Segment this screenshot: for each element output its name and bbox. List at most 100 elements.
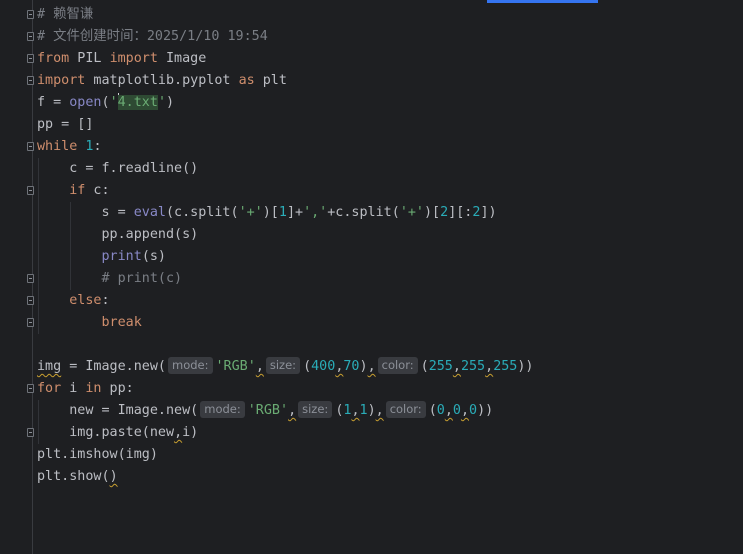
code-token: plt xyxy=(254,73,287,88)
code-token: img xyxy=(37,359,62,374)
parameter-hint: color: xyxy=(385,401,426,418)
code-line[interactable]: while 1: xyxy=(37,136,534,158)
code-line[interactable]: from PIL import Image xyxy=(37,48,534,70)
code-line[interactable]: img.paste(new,i) xyxy=(37,422,534,444)
fold-marker-icon[interactable] xyxy=(27,428,34,437)
code-token: (s) xyxy=(141,249,166,264)
parameter-hint: size: xyxy=(265,357,301,374)
code-line[interactable] xyxy=(37,334,534,356)
code-token: new = Image.new( xyxy=(37,403,199,418)
code-line[interactable]: # 文件创建时间：2025/1/10 19:54 xyxy=(37,26,534,48)
code-token: , xyxy=(485,359,494,374)
code-token: pp = [] xyxy=(37,117,94,132)
code-line[interactable]: for i in pp: xyxy=(37,378,534,400)
code-line[interactable]: print(s) xyxy=(37,246,534,268)
code-line[interactable]: if c: xyxy=(37,180,534,202)
code-token: '+' xyxy=(399,205,424,220)
code-token: eval xyxy=(133,205,166,220)
code-token: ( xyxy=(303,359,312,374)
code-line[interactable]: # 赖智谦 xyxy=(37,4,534,26)
code-token: c: xyxy=(85,183,110,198)
fold-marker-icon[interactable] xyxy=(27,274,34,283)
code-line[interactable]: new = Image.new(mode: 'RGB', size: (1,1), co… xyxy=(37,400,534,422)
code-line[interactable]: # print(c) xyxy=(37,268,534,290)
code-token: print xyxy=(101,249,142,264)
code-token: , xyxy=(174,425,183,440)
code-line[interactable]: s = eval(c.split('+')[1]+','+c.split('+'… xyxy=(37,202,534,224)
code-token: 1 xyxy=(359,403,368,418)
fold-marker-icon[interactable] xyxy=(27,296,34,305)
code-token: 1 xyxy=(278,205,287,220)
fold-marker-icon[interactable] xyxy=(27,384,34,393)
code-token: 2 xyxy=(440,205,449,220)
code-token: )[ xyxy=(262,205,279,220)
code-lines[interactable]: # 赖智谦 # 文件创建时间：2025/1/10 19:54 from PIL im… xyxy=(37,4,534,488)
code-token: '+' xyxy=(238,205,263,220)
code-line[interactable]: else: xyxy=(37,290,534,312)
code-token: )[ xyxy=(424,205,441,220)
code-token: ' xyxy=(109,95,118,110)
fold-marker-icon[interactable] xyxy=(27,32,34,41)
code-token: for xyxy=(37,381,62,396)
code-token: plt.show( xyxy=(37,469,110,484)
code-token: )) xyxy=(477,403,494,418)
code-token: 70 xyxy=(343,359,360,374)
code-token: , xyxy=(367,359,376,374)
fold-marker-icon[interactable] xyxy=(27,318,34,327)
code-token: ) xyxy=(367,403,376,418)
code-token: , xyxy=(444,403,453,418)
code-token: ( xyxy=(101,95,110,110)
code-line[interactable]: break xyxy=(37,312,534,334)
code-token: 0 xyxy=(452,403,461,418)
code-token: Image xyxy=(157,51,207,66)
parameter-hint: mode: xyxy=(200,401,245,418)
fold-marker-icon[interactable] xyxy=(27,10,34,19)
code-token: , xyxy=(288,403,297,418)
code-line[interactable]: plt.show() xyxy=(37,466,534,488)
code-token: matplotlib.pyplot xyxy=(85,73,239,88)
code-token: , xyxy=(460,403,469,418)
code-token: , xyxy=(351,403,360,418)
parameter-hint: size: xyxy=(298,401,333,418)
fold-marker-icon[interactable] xyxy=(27,54,34,63)
code-token: plt.imshow(img) xyxy=(37,447,158,462)
fold-marker-icon[interactable] xyxy=(27,142,34,151)
code-line[interactable]: pp = [] xyxy=(37,114,534,136)
code-token: # 文件创建时间：2025/1/10 19:54 xyxy=(37,29,268,44)
code-token: ',' xyxy=(303,205,328,220)
code-token: 0 xyxy=(436,403,445,418)
parameter-hint: color: xyxy=(377,357,418,374)
code-token: 400 xyxy=(311,359,336,374)
code-token: 0 xyxy=(469,403,478,418)
code-token: 255 xyxy=(460,359,486,374)
code-token: break xyxy=(101,315,142,330)
code-line[interactable]: import matplotlib.pyplot as plt xyxy=(37,70,534,92)
code-token: i) xyxy=(182,425,199,440)
code-token: 'RGB' xyxy=(215,359,256,374)
code-token: 255 xyxy=(428,359,453,374)
code-token: ( xyxy=(420,359,429,374)
code-token: from xyxy=(37,51,70,66)
code-editor[interactable]: # 赖智谦 # 文件创建时间：2025/1/10 19:54 from PIL im… xyxy=(0,0,743,554)
code-token: s = xyxy=(37,205,134,220)
code-line[interactable]: plt.imshow(img) xyxy=(37,444,534,466)
code-line[interactable]: f = open('4.txt') xyxy=(37,92,534,114)
code-token: ) xyxy=(166,95,175,110)
fold-marker-icon[interactable] xyxy=(27,76,34,85)
code-line[interactable]: c = f.readline() xyxy=(37,158,534,180)
code-token: # 赖智谦 xyxy=(37,7,94,22)
active-tab-indicator xyxy=(487,0,598,3)
code-token: f = xyxy=(37,95,70,110)
code-line[interactable]: img = Image.new(mode: 'RGB', size: (400,70)… xyxy=(37,356,534,378)
code-line[interactable]: pp.append(s) xyxy=(37,224,534,246)
fold-marker-icon[interactable] xyxy=(27,186,34,195)
code-token: ( xyxy=(428,403,437,418)
code-token: c = f.readline() xyxy=(37,161,199,176)
code-token: ]) xyxy=(480,205,497,220)
code-token: else xyxy=(69,293,102,308)
code-token: import xyxy=(109,51,158,66)
